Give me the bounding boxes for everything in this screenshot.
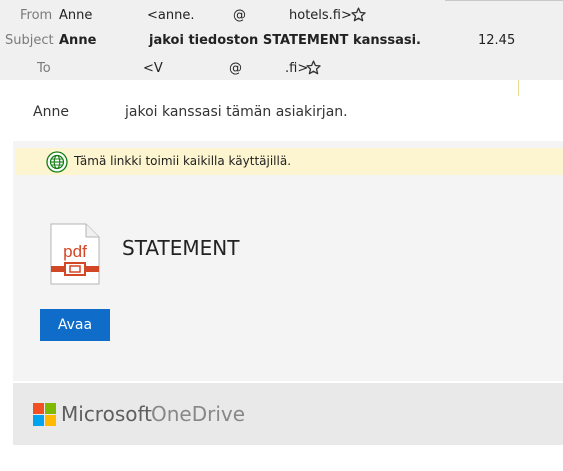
subject-row: Subject Anne jakoi tiedoston STATEMENT k… [0,27,563,53]
from-email-at[interactable]: @ [233,8,246,23]
to-email-start[interactable]: <V [143,61,163,76]
star-icon[interactable] [351,7,366,22]
from-email-end[interactable]: hotels.fi> [289,8,352,23]
microsoft-logo-icon [33,403,56,426]
to-email-at[interactable]: @ [229,61,242,76]
from-email-start[interactable]: <anne. [147,8,194,23]
microsoft-wordmark: Microsoft [61,402,153,426]
banner-text: Tämä linkki toimii kaikilla käyttäjillä. [74,154,292,168]
pdf-icon-label: pdf [63,242,87,261]
to-row: To <V @ .fi> [0,55,563,81]
intro-sender-name: Anne [33,104,69,120]
from-row: From Anne <anne. @ hotels.fi> [0,2,563,28]
message-time: 12.45 [478,33,516,48]
intro-text: jakoi kanssasi tämän asiakirjan. [125,104,348,120]
from-label: From [20,8,53,23]
pane-divider [518,80,519,96]
open-button[interactable]: Avaa [40,309,110,341]
subject-sender: Anne [59,33,97,48]
globe-icon [46,151,68,173]
file-name[interactable]: STATEMENT [122,236,239,260]
pdf-file-icon[interactable]: pdf [50,223,100,285]
email-header: From Anne <anne. @ hotels.fi> Subject An… [0,0,563,80]
subject-label: Subject [5,33,54,48]
to-label: To [37,61,51,76]
from-name[interactable]: Anne [59,8,92,23]
onedrive-wordmark: OneDrive [151,402,246,426]
star-icon[interactable] [306,60,321,75]
header-divider [445,0,563,1]
to-email-end[interactable]: .fi> [285,61,308,76]
subject-text: jakoi tiedoston STATEMENT kanssasi. [149,33,421,48]
